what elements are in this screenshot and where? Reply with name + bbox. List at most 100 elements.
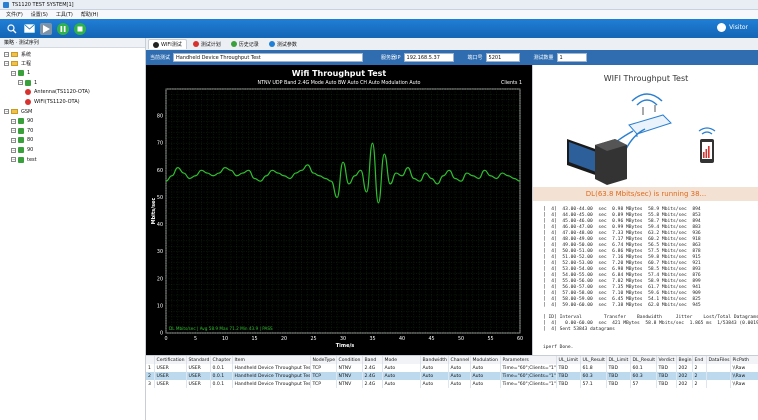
count-label: 测试数量 <box>533 55 554 61</box>
tree-item[interactable]: − GSM <box>4 108 32 116</box>
pause-icon[interactable] <box>57 22 69 35</box>
column-header[interactable]: DataFiles <box>706 356 731 364</box>
expand-toggle-icon[interactable]: − <box>11 157 16 163</box>
x-tick-label: 40 <box>399 336 405 342</box>
column-header[interactable]: Item <box>232 356 311 364</box>
column-header[interactable]: UL_Result <box>580 356 607 364</box>
table-cell: 3 <box>146 380 155 388</box>
clients-count: Clients 1 <box>501 80 522 86</box>
stop-icon[interactable] <box>74 22 86 35</box>
column-header[interactable]: Condition <box>336 356 363 364</box>
table-cell: TBD <box>606 380 631 388</box>
search-icon[interactable] <box>6 23 18 35</box>
current-test-field[interactable]: Handheld Device Throughput Test <box>173 53 364 62</box>
table-cell: Handheld Device Throughput Test <box>232 364 311 372</box>
column-header[interactable]: DL_Result <box>630 356 657 364</box>
column-header[interactable]: Parameters <box>500 356 557 364</box>
y-tick-label: 0 <box>160 331 163 337</box>
column-header[interactable]: Band <box>362 356 383 364</box>
column-header[interactable]: End <box>692 356 707 364</box>
column-header[interactable]: Certification <box>154 356 187 364</box>
tree-item[interactable]: − 90 <box>11 146 33 154</box>
tree-item[interactable]: WIFI(TS1120-OTA) <box>25 98 80 106</box>
table-row[interactable]: 1 USER USER 0.0.1 Handheld Device Throughput… <box>146 364 758 372</box>
expand-toggle-icon[interactable]: − <box>4 109 9 115</box>
tab-0[interactable]: WIFI测试 <box>148 39 187 49</box>
table-cell: 2 <box>146 372 155 380</box>
tab-icon <box>192 41 199 47</box>
tree-item[interactable]: − 80 <box>11 136 33 144</box>
column-header[interactable]: Chapter <box>210 356 233 364</box>
column-header[interactable]: Begin <box>676 356 693 364</box>
expand-toggle-icon[interactable]: − <box>11 118 16 124</box>
column-header[interactable]: DL_Limit <box>606 356 631 364</box>
expand-toggle-icon[interactable]: − <box>4 61 9 67</box>
table-cell: Auto <box>420 364 449 372</box>
tab-1[interactable]: 测试计划 <box>189 39 225 49</box>
tab-3[interactable]: 测试参数 <box>265 39 301 49</box>
tab-label: 测试计划 <box>200 41 221 48</box>
table-cell: Time="60";Clients="1" <box>500 372 557 380</box>
column-header[interactable]: Channel <box>448 356 471 364</box>
x-tick-label: 25 <box>310 336 316 342</box>
throughput-chart: Wifi Throughput Test NTNV UDP Band 2.4G M… <box>151 69 523 349</box>
tree-item-label: 1 <box>34 79 38 86</box>
iperf-log[interactable]: [ 4] 43.00-44.00 sec 0.98 MBytes 58.9 Mb… <box>533 203 758 355</box>
column-header[interactable]: UL_Limit <box>556 356 581 364</box>
port-field[interactable]: 5201 <box>485 53 520 62</box>
expand-toggle-icon[interactable]: − <box>11 137 16 143</box>
expand-toggle-icon[interactable]: − <box>11 128 16 134</box>
x-tick-label: 0 <box>164 336 167 342</box>
expand-toggle-icon[interactable]: − <box>11 147 16 153</box>
x-tick-label: 30 <box>340 336 346 342</box>
tab-label: 历史记录 <box>238 41 259 48</box>
user-menu[interactable]: Visitor <box>717 23 748 32</box>
menu-item-0[interactable]: 文件(F) <box>6 11 23 18</box>
tab-label: WIFI测试 <box>161 42 182 48</box>
mail-icon[interactable] <box>23 23 35 35</box>
tree-item[interactable]: −1 <box>11 69 30 77</box>
column-header[interactable]: Standard <box>186 356 211 364</box>
play-icon[interactable] <box>40 22 52 35</box>
table-cell: 202 <box>676 372 693 380</box>
column-header[interactable]: NodeType <box>310 356 337 364</box>
tree-item[interactable]: − 90 <box>11 117 33 125</box>
tree-item-label: 1 <box>27 70 31 77</box>
tree-item[interactable]: − 70 <box>11 127 33 135</box>
table-cell: USER <box>186 380 211 388</box>
table-row[interactable]: 3 USER USER 0.0.1 Handheld Device Throughput… <box>146 380 758 388</box>
illustration-area: WIFI Throughput Test <box>533 65 758 187</box>
server-ip-label: 服务器IP <box>381 55 401 61</box>
column-header[interactable]: PicPath <box>730 356 758 364</box>
table-cell: Time="60";Clients="1" <box>500 364 557 372</box>
tree-item[interactable]: − 工程 <box>4 60 31 68</box>
menu-item-3[interactable]: 帮助(H) <box>81 11 99 18</box>
column-header[interactable]: Modulation <box>470 356 501 364</box>
expand-toggle-icon[interactable]: − <box>18 80 23 86</box>
table-cell: 2.4G <box>362 372 383 380</box>
column-header[interactable]: Mode <box>382 356 421 364</box>
table-cell: 0.0.1 <box>210 364 233 372</box>
table-cell: TBD <box>656 372 677 380</box>
table-cell: TCP <box>310 380 337 388</box>
table-row[interactable]: 2 USER USER 0.0.1 Handheld Device Throughput… <box>146 372 758 380</box>
sidebar-header-label: 策略 · 测试序列 <box>4 40 39 46</box>
x-tick-label: 5 <box>194 336 197 342</box>
expand-toggle-icon[interactable]: − <box>4 51 9 57</box>
column-header[interactable] <box>146 356 155 364</box>
tab-2[interactable]: 历史记录 <box>227 39 263 49</box>
server-ip-field[interactable]: 192.168.5.37 <box>403 53 454 62</box>
menu-bar: 文件(F) 设置(S) 工具(T) 帮助(H) <box>0 10 758 19</box>
tree-item[interactable]: − 系统 <box>4 50 31 58</box>
tree-item[interactable]: Antenna(TS1120-OTA) <box>25 88 90 96</box>
expand-toggle-icon[interactable]: − <box>11 70 16 76</box>
count-field[interactable]: 1 <box>556 53 587 62</box>
menu-item-1[interactable]: 设置(S) <box>31 11 48 18</box>
column-header[interactable]: Verdict <box>656 356 677 364</box>
app-icon <box>3 1 9 8</box>
tree-item[interactable]: −1 <box>18 79 37 87</box>
column-header[interactable]: Bandwidth <box>420 356 449 364</box>
log-line: iperf Done. <box>543 345 574 350</box>
menu-item-2[interactable]: 工具(T) <box>56 11 73 18</box>
tree-item[interactable]: − test <box>11 156 37 164</box>
